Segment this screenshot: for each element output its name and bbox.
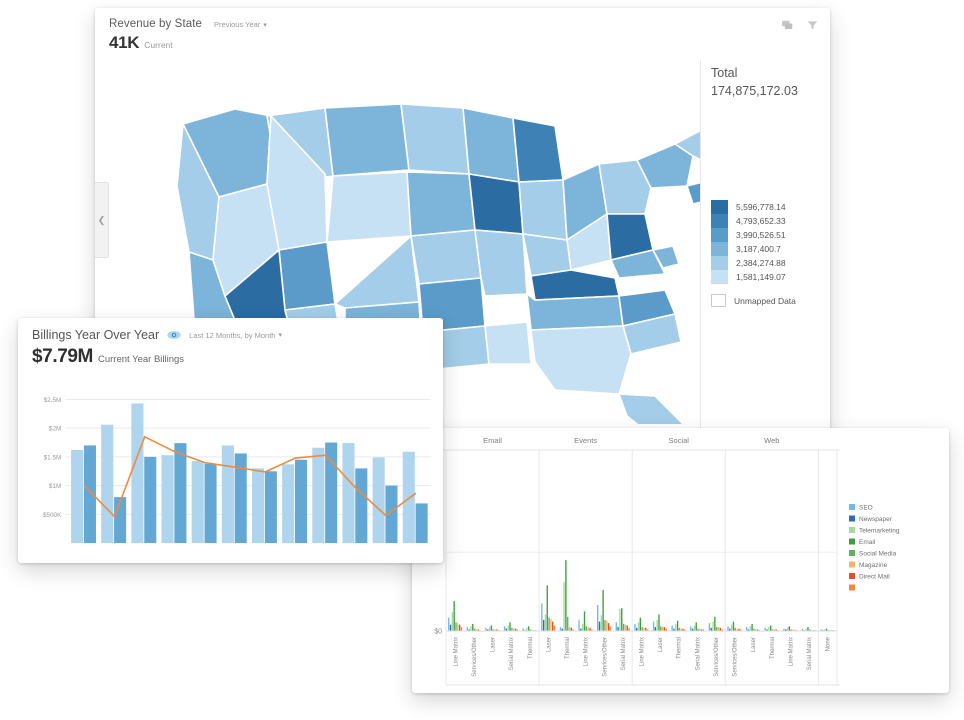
svg-text:Events: Events [574,436,597,445]
eye-icon[interactable] [167,330,181,340]
svg-text:Direct Mail: Direct Mail [859,574,890,581]
svg-text:SEO: SEO [859,505,873,512]
billings-period-label: Last 12 Months, by Month [189,330,276,340]
legend-item[interactable]: 4,793,652.33 [711,214,796,228]
billings-kpi: $7.79M Current Year Billings [32,346,443,368]
legend-swatch [711,200,728,214]
svg-text:Line Matrix: Line Matrix [584,637,590,666]
billings-kpi-label: Current Year Billings [97,354,185,365]
svg-text:Laser: Laser [491,637,497,652]
svg-text:Thermal: Thermal [677,637,683,659]
svg-text:$2.5M: $2.5M [44,397,62,404]
legend-swatch [711,242,728,256]
svg-text:Email: Email [483,436,502,445]
svg-text:Services/Other: Services/Other [733,637,739,677]
svg-text:Line Matrix: Line Matrix [640,637,646,666]
svg-text:Telemarketing: Telemarketing [859,528,900,535]
legend-item[interactable]: 5,596,778.14 [711,200,796,214]
svg-text:Laser: Laser [546,637,552,652]
svg-text:Services/Other: Services/Other [472,637,478,677]
svg-text:$2M: $2M [49,426,61,433]
svg-text:Serial Matrix: Serial Matrix [807,637,813,670]
chevron-left-icon: ❮ [97,214,106,225]
svg-text:Social: Social [669,436,690,445]
legend-swatch [711,256,728,270]
billings-year-over-year-card: Billings Year Over Year Last 12 Months, … [18,318,443,563]
total-label: Total [711,66,738,80]
map-card-header: Revenue by State Previous Year ▾ 41K Cur… [95,8,830,60]
page-title: Revenue by State [109,18,203,30]
svg-text:Laser: Laser [658,637,664,652]
legend-swatch [711,228,728,242]
map-kpi-label: Current [144,40,173,50]
svg-text:Web: Web [764,436,779,445]
billings-title: Billings Year Over Year [32,328,160,342]
legend-item-unmapped[interactable]: Unmapped Data [711,294,796,307]
campaign-chart[interactable]: $0$100MEmailLine MatrixServices/OtherLas… [412,428,949,693]
campaign-performance-card: $0$100MEmailLine MatrixServices/OtherLas… [412,428,949,693]
svg-text:$0: $0 [434,629,442,636]
svg-text:Line Matrix: Line Matrix [788,637,794,666]
svg-text:Laser: Laser [751,637,757,652]
svg-text:Social Media: Social Media [859,551,897,558]
sidebar-collapse-tab[interactable]: ❮ [95,182,109,258]
billings-kpi-value: $7.79M [32,346,93,367]
legend-swatch-empty [711,294,726,307]
total-value: 174,875,172.03 [711,84,798,98]
dashboard-screenshot: ❮ Revenue by State Previous Year ▾ 41K C… [0,0,964,720]
legend-label: 4,793,652.33 [736,216,786,226]
chevron-down-icon: ▾ [278,332,282,339]
billings-period-dropdown[interactable]: Last 12 Months, by Month ▾ [189,331,282,340]
billings-card-header: Billings Year Over Year Last 12 Months, … [18,318,443,368]
svg-text:Thermal: Thermal [565,637,571,659]
svg-text:Thermal: Thermal [770,637,776,659]
legend-label: 3,187,400.7 [736,244,781,254]
map-total-panel: Total 174,875,172.03 5,596,778.14 4,793,… [700,60,830,432]
map-period-label: Previous Year [214,20,261,29]
legend-label: 1,581,149.07 [736,272,786,282]
svg-text:Serial Matrix: Serial Matrix [695,637,701,670]
svg-text:$1M: $1M [49,483,61,490]
legend-label: Unmapped Data [734,295,796,306]
svg-text:Newspaper: Newspaper [859,516,893,523]
svg-text:Thermal: Thermal [528,637,534,659]
svg-text:Serial Matrix: Serial Matrix [621,637,627,670]
legend-item[interactable]: 1,581,149.07 [711,270,796,284]
legend-label: 5,596,778.14 [736,202,786,212]
map-period-dropdown[interactable]: Previous Year ▾ [214,20,267,29]
legend-item[interactable]: 3,990,526.51 [711,228,796,242]
map-kpi-value: 41K [109,33,140,52]
map-legend: 5,596,778.14 4,793,652.33 3,990,526.51 3… [711,200,796,307]
svg-text:Services/Other: Services/Other [714,637,720,677]
svg-text:$1.5M: $1.5M [44,454,62,461]
comment-icon[interactable] [782,20,793,31]
legend-label: 2,384,274.88 [736,258,786,268]
map-header-actions [782,20,818,31]
legend-item[interactable]: 3,187,400.7 [711,242,796,256]
billings-chart[interactable]: $500K $1M $1.5M $2M $2.5M [18,384,437,553]
svg-text:None: None [826,636,832,651]
svg-text:Magazine: Magazine [859,562,888,569]
map-kpi: 41K Current [109,33,818,53]
svg-text:Email: Email [859,539,876,546]
svg-text:$500K: $500K [43,512,62,519]
svg-text:Line Matrix: Line Matrix [453,637,459,666]
legend-swatch [711,270,728,284]
legend-item[interactable]: 2,384,274.88 [711,256,796,270]
svg-text:Serial Matrix: Serial Matrix [509,637,515,670]
legend-swatch [711,214,728,228]
chevron-down-icon: ▾ [263,21,267,29]
filter-icon[interactable] [807,20,818,31]
svg-text:Services/Other: Services/Other [602,637,608,677]
legend-label: 3,990,526.51 [736,230,786,240]
